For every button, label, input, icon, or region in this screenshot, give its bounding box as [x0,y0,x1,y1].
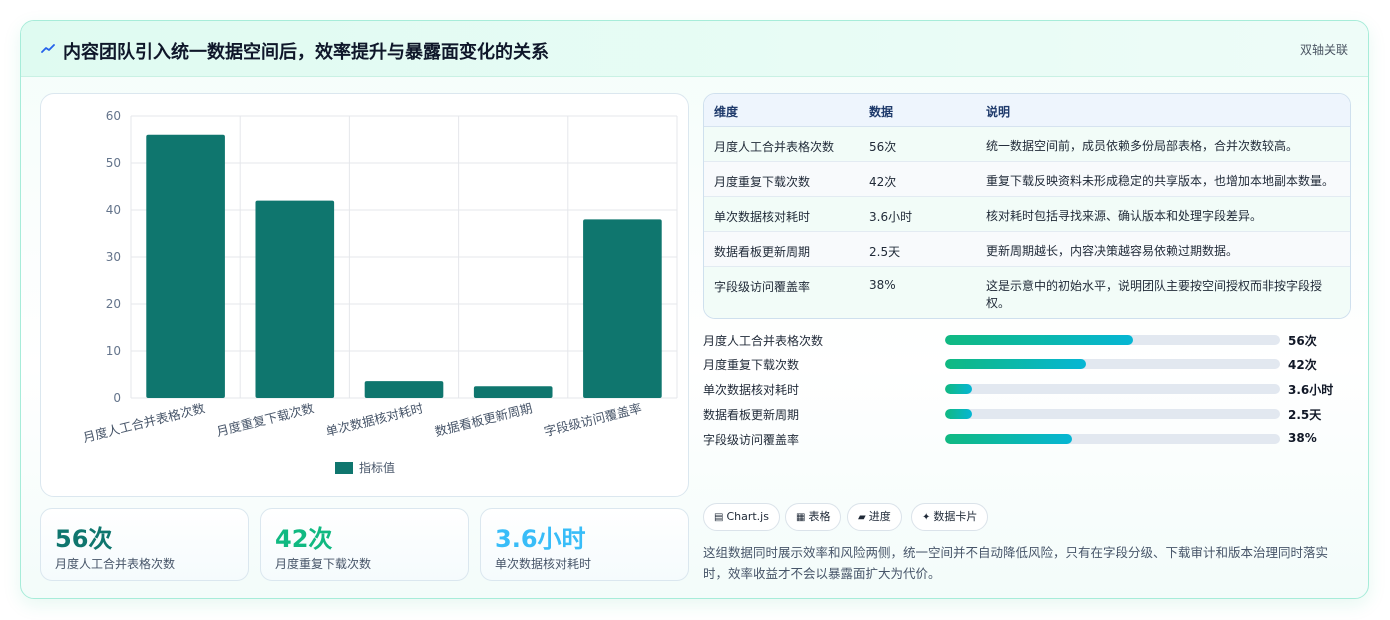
progress-track [945,409,1280,419]
metrics-table: 维度 数据 说明 月度人工合并表格次数 56次 统一数据空间前，成员依赖多份局部… [703,93,1351,319]
bar[interactable] [473,386,553,398]
x-tick-label: 单次数据核对耗时 [324,400,425,439]
bar-chart-panel: 0 10 20 30 40 50 60 月度人工合并表格次数 月度重复下载次数 单次数据核对耗时… [40,93,689,497]
table-row: 月度人工合并表格次数 56次 统一数据空间前，成员依赖多份局部表格，合并次数较高… [704,127,1350,162]
chip-label: 进度 [868,510,891,523]
y-tick-label: 50 [106,156,121,170]
table-row: 字段级访问覆盖率 38% 这是示意中的初始水平，说明团队主要按空间授权而非按字段… [704,267,1350,318]
column-header-data: 数据 [869,105,894,119]
summary-text: 这组数据同时展示效率和风险两侧，统一空间并不自动降低风险，只有在字段分级、下载审… [703,545,1329,581]
chip-chartjs[interactable]: ▤ Chart.js [703,503,780,531]
cell-dimension: 单次数据核对耗时 [714,210,811,224]
bar[interactable] [364,381,444,398]
column-header-dimension: 维度 [714,105,739,119]
chip-data-card[interactable]: ✦ 数据卡片 [911,503,989,531]
cell-data: 38% [869,278,896,292]
progress-value: 56次 [1288,334,1317,348]
kpi-label: 月度人工合并表格次数 [55,557,176,571]
progress-track [945,335,1280,345]
dual-axis-badge[interactable]: 双轴关联 [1300,41,1348,58]
kpi-card-download: 42次 月度重复下载次数 [260,508,469,581]
progress-label: 月度重复下载次数 [703,358,800,372]
chip-table[interactable]: ▦ 表格 [785,503,842,531]
y-tick-label: 60 [106,109,121,123]
progress-value: 38% [1288,431,1317,445]
y-tick-label: 30 [106,250,121,264]
progress-label: 月度人工合并表格次数 [703,334,824,348]
progress-row-download: 月度重复下载次数 42次 [703,355,1351,373]
kpi-card-verify: 3.6小时 单次数据核对耗时 [480,508,689,581]
table-icon: ▦ [796,512,806,523]
x-tick-label: 字段级访问覆盖率 [542,400,643,439]
table-row: 月度重复下载次数 42次 重复下载反映资料未形成稳定的共享版本，也增加本地副本数… [704,162,1350,197]
cell-description: 统一数据空间前，成员依赖多份局部表格，合并次数较高。 [986,139,1299,153]
progress-value: 42次 [1288,358,1317,372]
progress-value: 3.6小时 [1288,383,1334,397]
cell-dimension: 月度重复下载次数 [714,175,811,189]
progress-label: 字段级访问覆盖率 [703,433,800,447]
column-header-description: 说明 [986,105,1011,119]
x-tick-label: 月度人工合并表格次数 [81,400,206,445]
main-card: 内容团队引入统一数据空间后，效率提升与暴露面变化的关系 双轴关联 0 10 20 30… [20,20,1369,599]
kpi-card-merge: 56次 月度人工合并表格次数 [40,508,249,581]
x-tick-label: 月度重复下载次数 [215,400,316,439]
cell-data: 56次 [869,140,897,154]
bar-chart: 0 10 20 30 40 50 60 月度人工合并表格次数 月度重复下载次数 单次数据核对耗时… [81,109,678,475]
kpi-value: 56次 [55,525,113,553]
cell-data: 42次 [869,175,897,189]
cell-dimension: 月度人工合并表格次数 [714,140,835,154]
table-header: 维度 数据 说明 [704,94,1350,127]
kpi-value: 3.6小时 [495,525,586,553]
cell-description: 核对耗时包括寻找来源、确认版本和处理字段差异。 [986,209,1263,223]
progress-row-verify: 单次数据核对耗时 3.6小时 [703,380,1351,398]
x-tick-label: 数据看板更新周期 [433,400,534,439]
table-row: 数据看板更新周期 2.5天 更新周期越长，内容决策越容易依赖过期数据。 [704,232,1350,267]
progress-fill [945,434,1073,444]
y-tick-label: 20 [106,297,121,311]
kpi-label: 月度重复下载次数 [275,557,372,571]
progress-fill [945,335,1133,345]
cell-data: 2.5天 [869,245,901,259]
chip-label: 数据卡片 [933,510,978,523]
chart-icon: ▤ [714,512,724,523]
cell-dimension: 字段级访问覆盖率 [714,280,811,294]
chip-label: Chart.js [726,510,769,523]
legend-label: 指标值 [359,460,395,475]
y-tick-label: 0 [113,391,121,405]
kpi-value: 42次 [275,525,333,553]
bar[interactable] [146,134,225,399]
progress-row-coverage: 字段级访问覆盖率 38% [703,430,1351,448]
card-header: 内容团队引入统一数据空间后，效率提升与暴露面变化的关系 双轴关联 [21,21,1368,77]
progress-label: 数据看板更新周期 [703,408,800,422]
progress-fill [945,384,972,394]
progress-track [945,359,1280,369]
progress-label: 单次数据核对耗时 [703,383,800,397]
y-tick-label: 10 [106,344,121,358]
trend-line-icon [41,44,55,53]
y-tick-label: 40 [106,203,121,217]
progress-icon: ▰ [858,512,866,523]
legend-swatch [335,462,353,474]
progress-row-dashboard: 数据看板更新周期 2.5天 [703,405,1351,423]
progress-fill [945,359,1086,369]
cell-description: 更新周期越长，内容决策越容易依赖过期数据。 [986,244,1239,258]
progress-track [945,384,1280,394]
bar[interactable] [255,200,335,398]
card-title: 内容团队引入统一数据空间后，效率提升与暴露面变化的关系 [63,42,549,63]
sparkle-icon: ✦ [922,512,931,523]
progress-value: 2.5天 [1288,408,1322,422]
progress-track [945,434,1280,444]
cell-data: 3.6小时 [869,210,913,224]
chip-label: 表格 [808,510,831,523]
cell-description: 重复下载反映资料未形成稳定的共享版本，也增加本地副本数量。 [986,174,1335,188]
bar[interactable] [583,219,662,398]
progress-fill [945,409,972,419]
cell-description: 这是示意中的初始水平，说明团队主要按空间授权而非按字段授权。 [986,279,1323,310]
progress-row-merge: 月度人工合并表格次数 56次 [703,331,1351,349]
kpi-label: 单次数据核对耗时 [495,557,592,571]
cell-dimension: 数据看板更新周期 [714,245,811,259]
chip-progress[interactable]: ▰ 进度 [847,503,902,531]
table-row: 单次数据核对耗时 3.6小时 核对耗时包括寻找来源、确认版本和处理字段差异。 [704,197,1350,232]
